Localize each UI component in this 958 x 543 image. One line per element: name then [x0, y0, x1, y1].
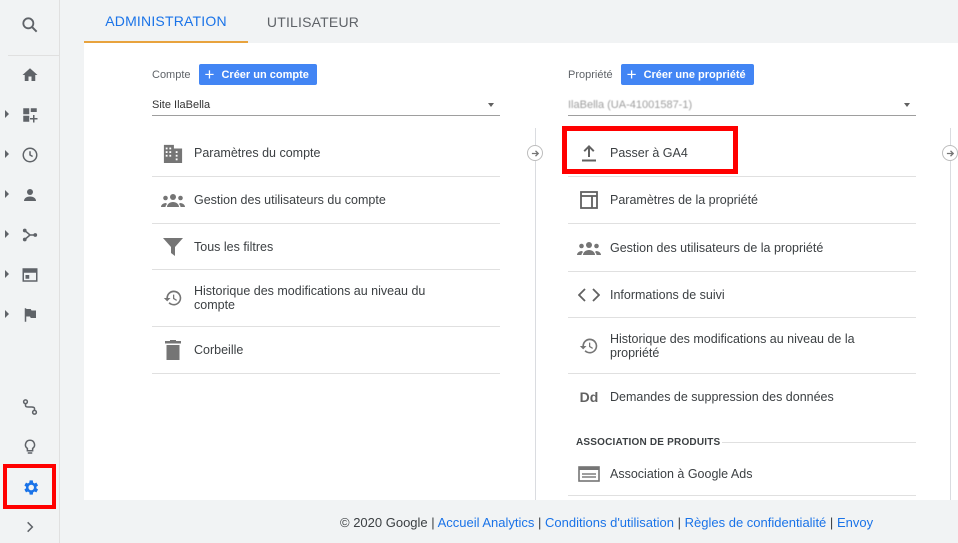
- property-settings-item[interactable]: Paramètres de la propriété: [568, 177, 916, 224]
- item-label: Paramètres de la propriété: [610, 193, 758, 207]
- item-label: Association à Google Ads: [610, 466, 753, 481]
- highlight-box: [562, 126, 738, 174]
- google-ads-linking-item[interactable]: Association à Google Ads: [568, 452, 916, 496]
- tab-utilisateur[interactable]: UTILISATEUR: [248, 0, 378, 43]
- column-divider: [535, 128, 536, 500]
- footer-link-privacy[interactable]: Règles de confidentialité: [685, 515, 827, 530]
- item-label: Historique des modifications au niveau d…: [194, 284, 426, 312]
- plus-icon: +: [204, 65, 215, 84]
- discover-icon[interactable]: [0, 427, 60, 467]
- item-label: Historique des modifications au niveau d…: [610, 331, 855, 360]
- dropdown-arrow-icon: [904, 103, 910, 107]
- property-users-item[interactable]: Gestion des utilisateurs de la propriété: [568, 224, 916, 272]
- realtime-icon[interactable]: [0, 135, 60, 175]
- column-divider: [950, 128, 951, 500]
- item-label: Paramètres du compte: [194, 146, 321, 160]
- section-divider: [722, 442, 916, 443]
- right-arrow-icon[interactable]: [527, 145, 543, 161]
- item-label: Informations de suivi: [610, 287, 725, 302]
- code-icon: [568, 287, 610, 302]
- create-property-button[interactable]: + Créer une propriété: [620, 64, 754, 85]
- property-selected-value: IlaBella (UA-41001587-1): [568, 98, 693, 111]
- item-label: Gestion des utilisateurs de la propriété: [610, 240, 824, 255]
- people-icon: [152, 193, 194, 207]
- footer: © 2020 Google | Accueil Analytics | Cond…: [340, 515, 874, 530]
- item-label: Demandes de suppression des données: [610, 389, 834, 404]
- account-filters-item[interactable]: Tous les filtres: [152, 224, 500, 270]
- property-column-header: Propriété + Créer une propriété: [568, 64, 754, 85]
- filter-icon: [152, 237, 194, 256]
- product-linking-section-title: ASSOCIATION DE PRODUITS: [576, 437, 721, 448]
- account-trash-item[interactable]: Corbeille: [152, 327, 500, 374]
- history-icon: [152, 288, 194, 308]
- footer-link-feedback[interactable]: Envoy: [837, 515, 873, 530]
- account-users-item[interactable]: Gestion des utilisateurs du compte: [152, 177, 500, 224]
- account-history-item[interactable]: Historique des modifications au niveau d…: [152, 270, 500, 327]
- account-selected-value: Site IlaBella: [152, 98, 211, 111]
- search-icon[interactable]: [0, 5, 60, 45]
- account-settings-item[interactable]: Paramètres du compte: [152, 130, 500, 177]
- ads-icon: [568, 465, 610, 482]
- item-label: Corbeille: [194, 343, 244, 357]
- account-column-header: Compte + Créer un compte: [152, 64, 317, 85]
- footer-link-terms[interactable]: Conditions d'utilisation: [545, 515, 674, 530]
- property-history-item[interactable]: Historique des modifications au niveau d…: [568, 318, 916, 374]
- expand-icon[interactable]: [0, 510, 60, 543]
- home-icon[interactable]: [0, 55, 60, 95]
- left-nav-rail: [0, 0, 60, 543]
- footer-link-analytics-home[interactable]: Accueil Analytics: [438, 515, 535, 530]
- customization-icon[interactable]: [0, 95, 60, 135]
- account-label: Compte: [152, 68, 191, 81]
- admin-tabbar: ADMINISTRATION UTILISATEUR: [84, 0, 958, 43]
- dd-icon: Dd: [579, 388, 599, 405]
- people-icon: [568, 241, 610, 255]
- copyright-text: © 2020 Google: [340, 515, 428, 530]
- highlight-box: [3, 464, 56, 509]
- property-selector[interactable]: IlaBella (UA-41001587-1): [568, 94, 916, 116]
- create-account-button[interactable]: + Créer un compte: [198, 64, 317, 85]
- tab-administration[interactable]: ADMINISTRATION: [84, 0, 248, 43]
- dropdown-arrow-icon: [488, 103, 494, 107]
- building-icon: [152, 143, 194, 163]
- item-label: Gestion des utilisateurs du compte: [194, 193, 386, 207]
- history-icon: [568, 336, 610, 356]
- right-arrow-icon[interactable]: [942, 145, 958, 161]
- account-selector[interactable]: Site IlaBella: [152, 94, 500, 116]
- audience-icon[interactable]: [0, 175, 60, 215]
- attribution-icon[interactable]: [0, 387, 60, 427]
- trash-icon: [152, 340, 194, 360]
- tracking-info-item[interactable]: Informations de suivi: [568, 272, 916, 318]
- conversions-icon[interactable]: [0, 295, 60, 335]
- data-deletion-item[interactable]: Dd Demandes de suppression des données: [568, 374, 916, 419]
- plus-icon: +: [626, 65, 637, 84]
- item-label: Tous les filtres: [194, 239, 274, 254]
- behavior-icon[interactable]: [0, 255, 60, 295]
- property-label: Propriété: [568, 68, 613, 81]
- create-account-label: Créer un compte: [221, 68, 309, 81]
- create-property-label: Créer une propriété: [643, 68, 746, 81]
- acquisition-icon[interactable]: [0, 215, 60, 255]
- property-settings-icon: [568, 191, 610, 209]
